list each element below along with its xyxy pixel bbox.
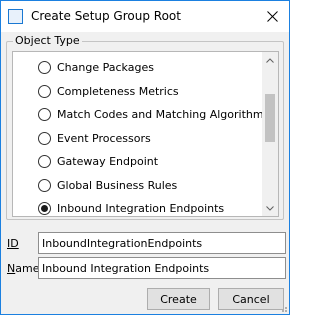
window-icon [8,9,23,24]
title-bar[interactable]: Create Setup Group Root [1,1,289,32]
close-button[interactable] [255,1,289,31]
create-button[interactable]: Create [147,288,210,310]
option-gateway-endpoint[interactable]: Gateway Endpoint [13,150,263,174]
name-label: Name [7,262,39,275]
resize-grip-icon[interactable] [278,303,288,313]
cancel-button[interactable]: Cancel [218,288,284,310]
name-label-mnemonic: N [7,262,16,275]
option-label: Match Codes and Matching Algorithms [57,108,270,122]
window-title: Create Setup Group Root [31,9,181,23]
scroll-down-button[interactable] [262,200,278,216]
dialog-window: Create Setup Group Root Object Type Chan… [0,0,290,315]
option-label: Event Processors [57,131,151,145]
option-inbound-integration-endpoints[interactable]: Inbound Integration Endpoints [13,197,263,216]
radio-button[interactable] [38,61,51,74]
name-input[interactable] [38,257,286,279]
option-label: Gateway Endpoint [57,155,159,169]
radio-button-selected[interactable] [38,202,51,215]
object-type-group: Object Type Change Packages Completeness… [6,34,284,220]
option-match-codes[interactable]: Match Codes and Matching Algorithms [13,103,269,127]
radio-button[interactable] [38,131,51,145]
id-input[interactable] [38,232,286,254]
option-event-processors[interactable]: Event Processors [13,127,263,151]
scroll-thumb[interactable] [265,94,275,142]
scroll-up-button[interactable] [262,52,278,68]
name-label-rest: ame [15,262,40,275]
close-icon [266,10,278,22]
id-label: ID [7,237,19,250]
chevron-down-icon [266,205,274,211]
option-global-business-rules[interactable]: Global Business Rules [13,174,263,198]
radio-button[interactable] [38,108,51,121]
option-label: Global Business Rules [57,178,178,192]
object-type-legend: Object Type [13,34,82,47]
vertical-scrollbar[interactable] [262,52,278,216]
radio-button[interactable] [38,178,51,192]
chevron-up-icon [266,57,274,63]
object-type-list[interactable]: Change Packages Completeness Metrics Mat… [12,51,279,217]
radio-button[interactable] [38,155,51,168]
option-label: Change Packages [57,61,154,75]
radio-button[interactable] [38,84,51,98]
option-change-packages[interactable]: Change Packages [13,56,263,80]
option-completeness-metrics[interactable]: Completeness Metrics [13,80,263,104]
option-label: Inbound Integration Endpoints [57,202,225,216]
option-label: Completeness Metrics [57,84,179,98]
